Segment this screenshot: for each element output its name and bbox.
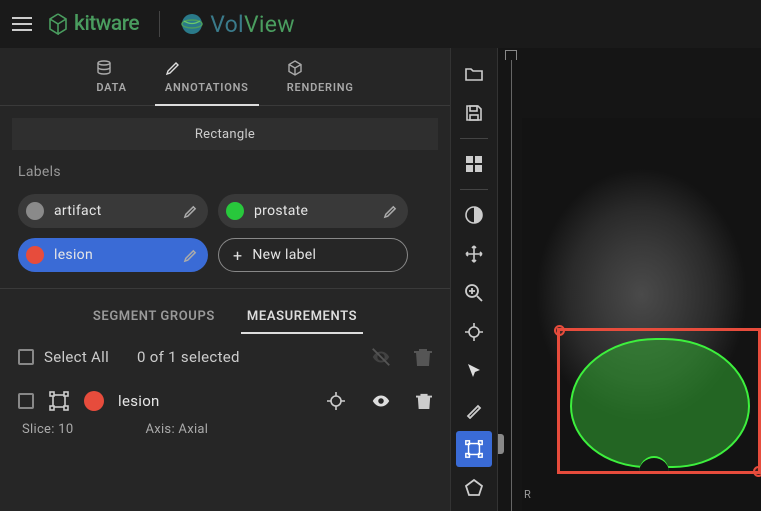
image-viewport[interactable]: R — [498, 48, 761, 511]
layout-button[interactable] — [456, 146, 492, 182]
trash-icon[interactable] — [416, 392, 432, 410]
plus-icon: + — [233, 246, 242, 265]
window-level-button[interactable] — [456, 197, 492, 233]
item-name: lesion — [118, 392, 312, 410]
visibility-off-icon[interactable] — [370, 346, 392, 368]
panel-tabs: DATA ANNOTATIONS RENDERING — [0, 48, 450, 106]
tool-selector[interactable]: Rectangle — [12, 118, 438, 150]
save-button[interactable] — [456, 95, 492, 131]
resize-handle-br[interactable] — [753, 466, 761, 477]
select-all-label[interactable]: Select All — [44, 348, 109, 366]
annotation-subtabs: SEGMENT GROUPS MEASUREMENTS — [0, 289, 450, 334]
app-header: kitware VolView — [0, 0, 761, 48]
image-canvas[interactable]: R — [522, 118, 761, 511]
cube-icon — [287, 60, 354, 76]
volview-icon — [180, 12, 204, 36]
measurement-item: lesion Slice: 10 Axis: Axial — [0, 380, 450, 447]
labels-list: artifact prostate lesion + New label — [18, 194, 432, 272]
brush-button[interactable] — [456, 392, 492, 428]
rectangle-annotation[interactable] — [557, 328, 761, 474]
color-swatch — [26, 202, 44, 220]
axis-label: R — [524, 488, 531, 501]
vertical-toolbar — [450, 48, 498, 511]
item-slice: Slice: 10 — [22, 422, 73, 437]
trash-icon[interactable] — [414, 347, 432, 367]
tab-annotations[interactable]: ANNOTATIONS — [151, 56, 263, 105]
ruler — [504, 50, 518, 511]
tab-rendering[interactable]: RENDERING — [273, 56, 368, 105]
eye-icon[interactable] — [370, 390, 392, 412]
labels-heading: Labels — [18, 164, 432, 180]
new-label-button[interactable]: + New label — [218, 238, 408, 272]
resize-handle-tl[interactable] — [554, 325, 565, 336]
subtab-measurements[interactable]: MEASUREMENTS — [241, 303, 363, 334]
item-checkbox[interactable] — [18, 393, 34, 409]
pencil-icon[interactable] — [183, 204, 198, 219]
menu-icon[interactable] — [12, 17, 32, 31]
rectangle-tool-button[interactable] — [456, 431, 492, 467]
pencil-icon[interactable] — [383, 204, 398, 219]
zoom-button[interactable] — [456, 275, 492, 311]
subtab-segment-groups[interactable]: SEGMENT GROUPS — [87, 303, 221, 334]
color-swatch — [84, 391, 104, 411]
crosshair-button[interactable] — [456, 314, 492, 350]
kitware-icon — [48, 13, 68, 35]
brand-logo: kitware VolView — [48, 11, 295, 38]
label-chip-artifact[interactable]: artifact — [18, 194, 208, 228]
slice-slider-handle[interactable] — [498, 434, 504, 454]
selection-bar: Select All 0 of 1 selected — [0, 334, 450, 380]
brand-divider — [159, 11, 160, 37]
target-icon[interactable] — [326, 391, 346, 411]
brand1-text: kitware — [74, 12, 139, 36]
select-all-checkbox[interactable] — [18, 349, 34, 365]
database-icon — [96, 60, 127, 76]
label-chip-prostate[interactable]: prostate — [218, 194, 408, 228]
color-swatch — [226, 202, 244, 220]
polygon-tool-button[interactable] — [456, 470, 492, 506]
brand2-text: VolView — [210, 11, 295, 38]
label-chip-lesion[interactable]: lesion — [18, 238, 208, 272]
open-folder-button[interactable] — [456, 56, 492, 92]
pencil-icon[interactable] — [183, 248, 198, 263]
pencil-icon — [165, 60, 249, 76]
bounding-box-icon — [48, 390, 70, 412]
item-axis: Axis: Axial — [145, 422, 208, 437]
tab-data[interactable]: DATA — [82, 56, 141, 105]
pan-button[interactable] — [456, 236, 492, 272]
selection-count: 0 of 1 selected — [137, 348, 360, 366]
color-swatch — [26, 246, 44, 264]
left-panel: DATA ANNOTATIONS RENDERING Rectangle Lab… — [0, 48, 450, 511]
pointer-button[interactable] — [456, 353, 492, 389]
